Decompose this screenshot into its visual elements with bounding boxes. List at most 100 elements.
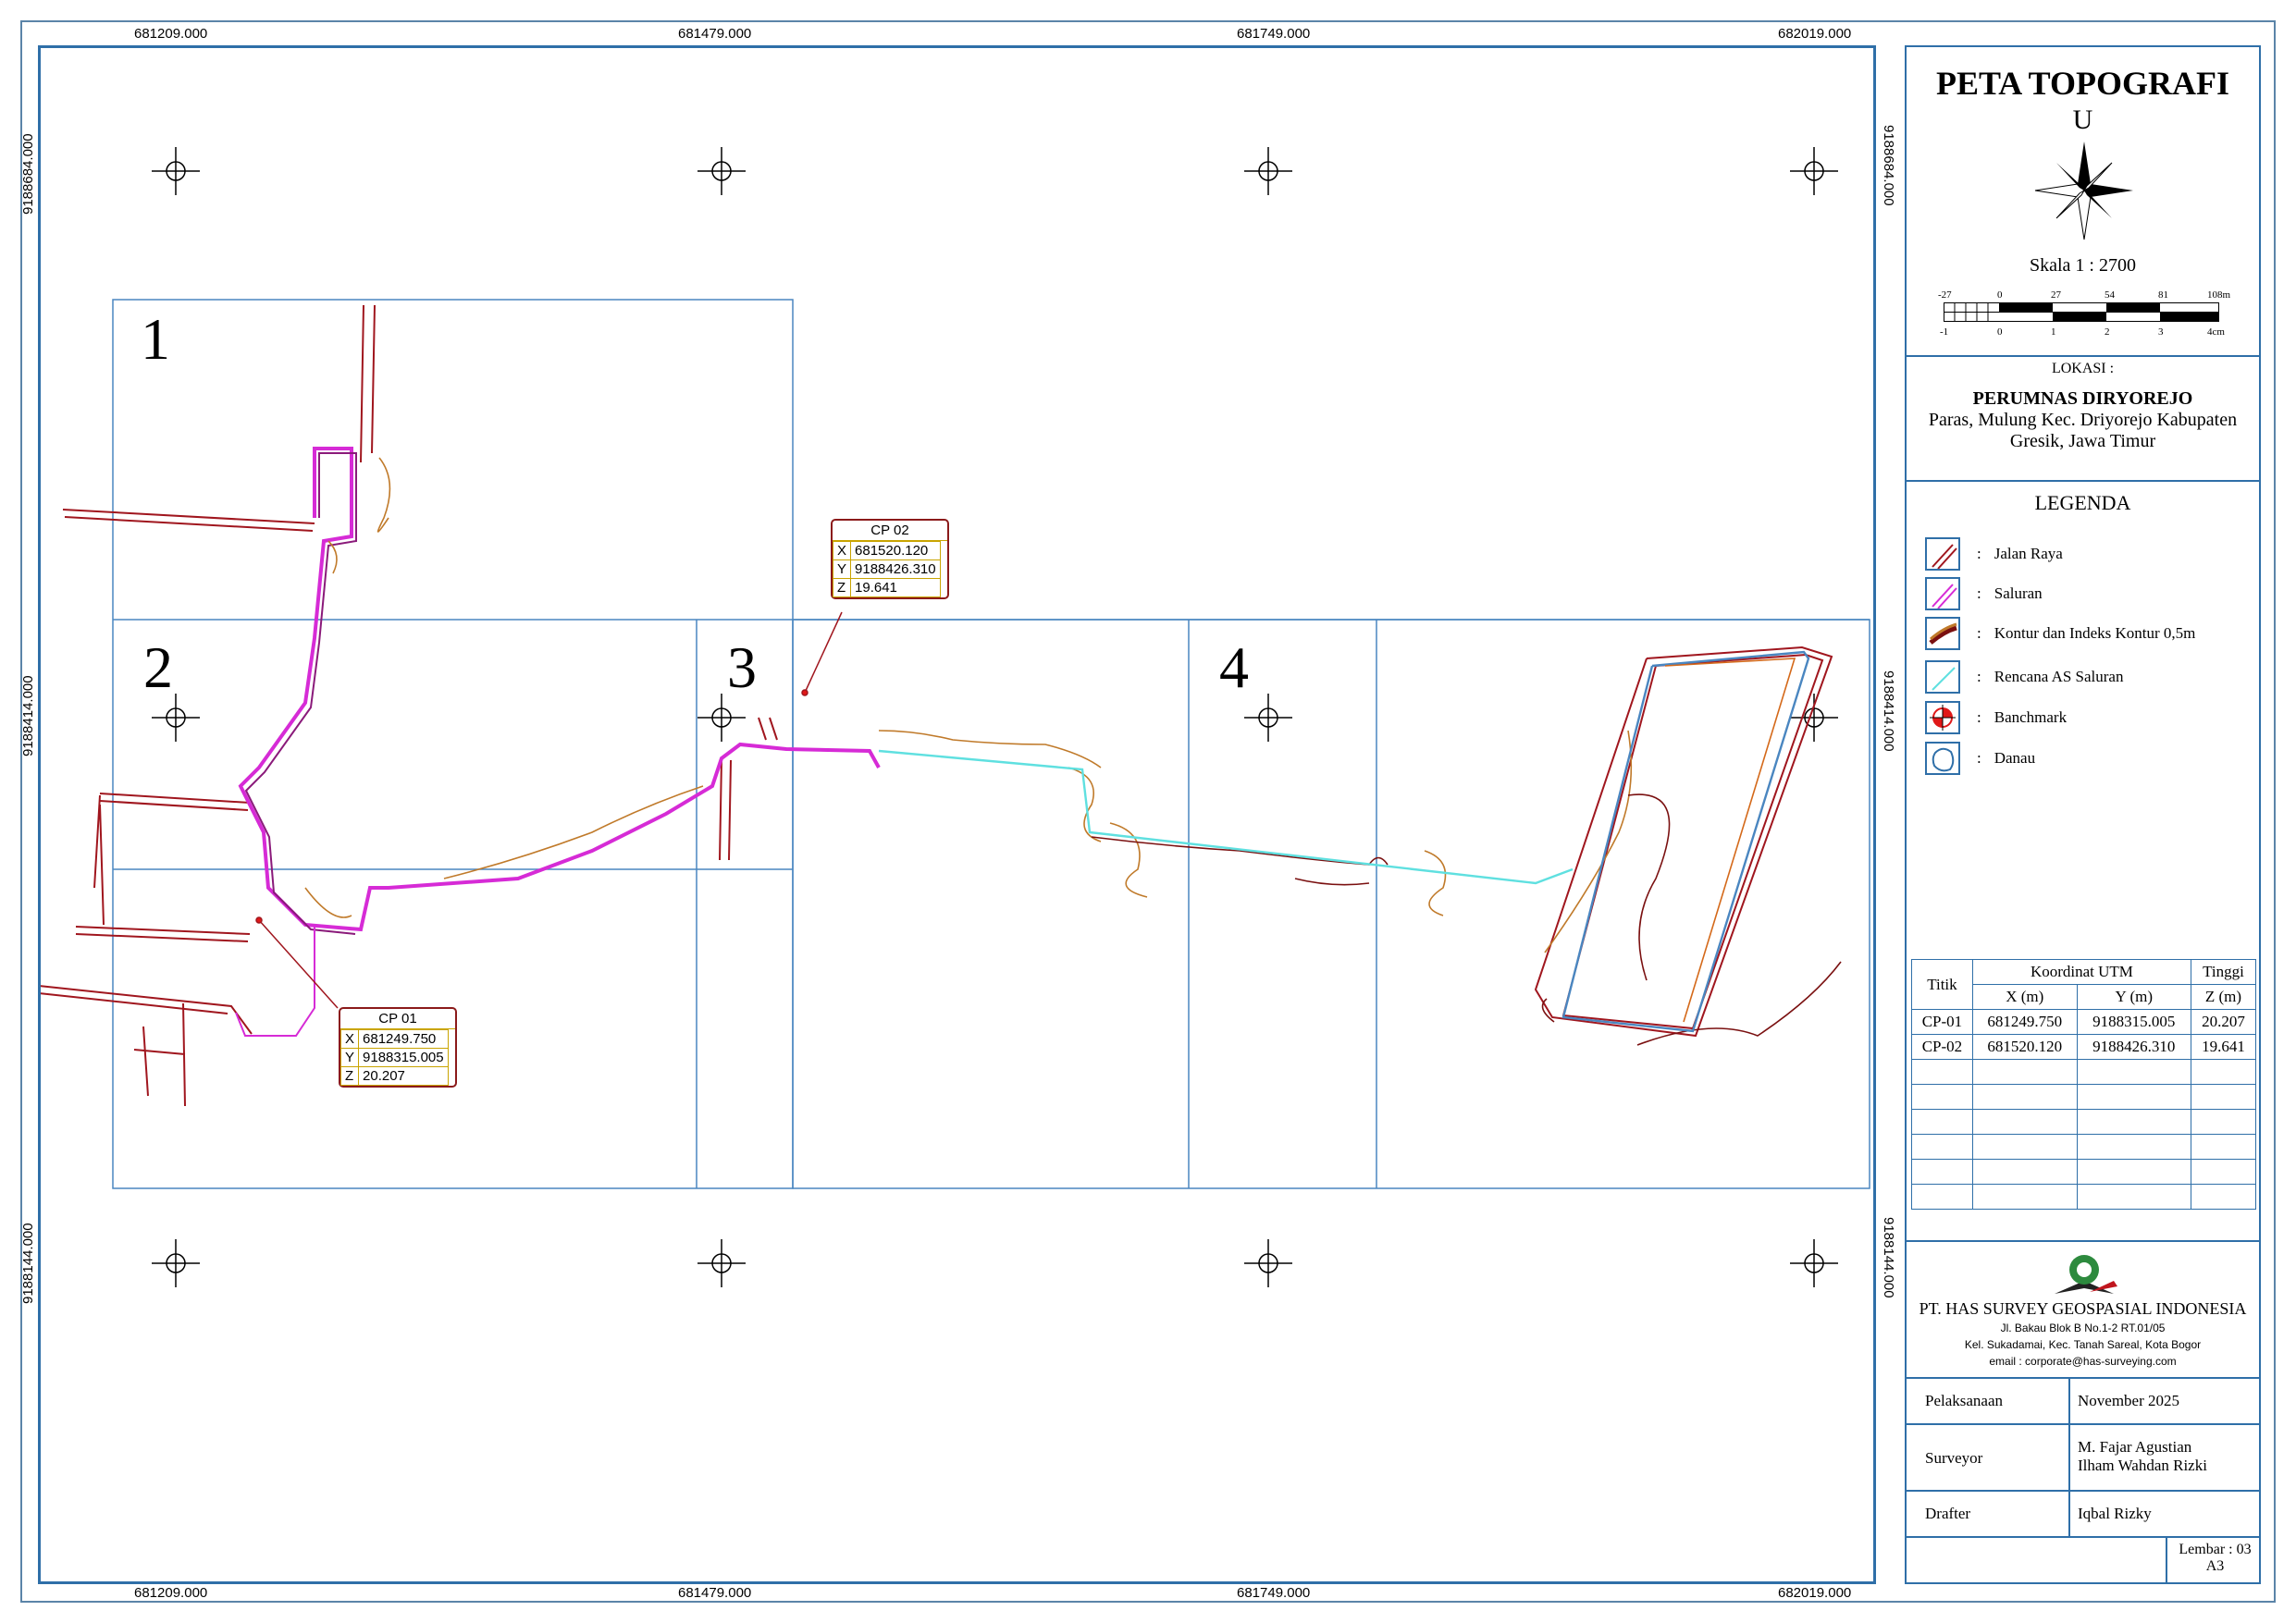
- surveyor-value: Ilham Wahdan Rizki: [2078, 1457, 2207, 1474]
- legend-section: LEGENDA : Jalan Raya : Saluran : Kontur dan…: [1907, 482, 2259, 958]
- cp-name: CP 02: [833, 521, 947, 541]
- scale-tick: 4cm: [2207, 326, 2225, 338]
- pelaksanaan-label: Pelaksanaan: [1925, 1392, 2004, 1409]
- table-row: CP-01 681249.750 9188315.005 20.207: [1911, 1009, 2257, 1035]
- legend-item: : Jalan Raya: [1925, 537, 2063, 571]
- grid-x-label-top: 681479.000: [678, 26, 752, 42]
- benchmark-icon: [1925, 701, 1960, 734]
- cp-z-label: Z: [339, 1066, 360, 1086]
- location-address: Gresik, Jawa Timur: [2009, 431, 2156, 451]
- north-label: U: [2072, 105, 2093, 135]
- cp-x-value: 681249.750: [358, 1029, 449, 1049]
- cp-z-value: 19.641: [850, 578, 941, 597]
- scale-tick: 54: [2105, 289, 2115, 301]
- location-section: LOKASI : PERUMNAS DIRYOREJO Paras, Mulun…: [1907, 357, 2259, 482]
- legend-label: Jalan Raya: [1994, 545, 2063, 562]
- scale-tick: 3: [2158, 326, 2164, 338]
- grid-x-label-bottom: 681749.000: [1237, 1585, 1311, 1601]
- legend-label: Saluran: [1994, 584, 2043, 602]
- table-row-empty: [1911, 1084, 2257, 1110]
- coordinate-table: Titik Koordinat UTM Tinggi X (m) Y (m) Z…: [1911, 959, 2257, 1210]
- grid-y-label-right: 9188414.000: [1881, 670, 1896, 752]
- company-email: email : corporate@has-surveying.com: [1989, 1355, 2177, 1368]
- sheet-number: 3: [727, 634, 757, 700]
- surveyor-label: Surveyor: [1925, 1449, 1983, 1467]
- cp01-callout: CP 01 X 681249.750 Y 9188315.005 Z 20.207: [339, 1007, 457, 1088]
- surveyor-row: Surveyor M. Fajar Agustian Ilham Wahdan …: [1907, 1425, 2259, 1492]
- title-section: PETA TOPOGRAFI U Skala 1 : 2700 -27 0 27…: [1907, 47, 2259, 357]
- grid-y-label-right: 9188684.000: [1881, 125, 1896, 206]
- drafter-row: Drafter Iqbal Rizky: [1907, 1492, 2259, 1538]
- scale-tick: 1: [2051, 326, 2056, 338]
- scale-label: Skala 1 : 2700: [2030, 255, 2136, 276]
- cp-name: CP 01: [340, 1009, 455, 1029]
- grid-y-label-left: 9188144.000: [20, 1223, 36, 1304]
- cp-z-label: Z: [832, 578, 852, 597]
- table-row-empty: [1911, 1184, 2257, 1210]
- th-x: X (m): [1971, 984, 2078, 1010]
- table-row-empty: [1911, 1109, 2257, 1135]
- legend-item: : Rencana AS Saluran: [1925, 660, 2123, 694]
- company-name: PT. HAS SURVEY GEOSPASIAL INDONESIA: [1919, 1299, 2247, 1318]
- scale-tick: 27: [2051, 289, 2061, 301]
- legend-title: LEGENDA: [2034, 491, 2131, 514]
- th-titik: Titik: [1911, 959, 1973, 1010]
- legend-label: Danau: [1994, 749, 2036, 767]
- grid-x-label-top: 681749.000: [1237, 26, 1311, 42]
- scale-tick: 2: [2105, 326, 2110, 338]
- legend-item: : Kontur dan Indeks Kontur 0,5m: [1925, 617, 2195, 650]
- th-tinggi: Tinggi: [2190, 959, 2257, 985]
- cp-z-value: 20.207: [358, 1066, 449, 1086]
- pelaksanaan-row: Pelaksanaan November 2025: [1907, 1379, 2259, 1425]
- grid-x-label-bottom: 682019.000: [1778, 1585, 1852, 1601]
- cp-y-value: 9188426.310: [850, 559, 941, 579]
- legend-label: Rencana AS Saluran: [1994, 668, 2124, 685]
- legend-item: : Banchmark: [1925, 701, 2067, 734]
- map-info-panel: PETA TOPOGRAFI U Skala 1 : 2700 -27 0 27…: [1905, 45, 2261, 1584]
- cp-y-value: 9188315.005: [358, 1048, 449, 1067]
- north-arrow-icon: [2034, 141, 2133, 240]
- sheet-number: 1: [141, 306, 170, 372]
- legend-item: : Danau: [1925, 742, 2035, 775]
- cp-x-value: 681520.120: [850, 541, 941, 560]
- cp-y-label: Y: [339, 1048, 360, 1067]
- grid-x-label-top: 681209.000: [134, 26, 208, 42]
- table-row-empty: [1911, 1134, 2257, 1160]
- scale-bar: -27 0 27 54 81 108m -1 0 1 2 3 4cm: [1938, 289, 2231, 345]
- company-address: Kel. Sukadamai, Kec. Tanah Sareal, Kota …: [1964, 1338, 2202, 1351]
- scale-bar-graphic: [1944, 302, 2219, 322]
- cp-x-label: X: [832, 541, 852, 560]
- plan-channel-icon: [1925, 660, 1960, 694]
- map-frame: [38, 45, 1876, 1584]
- scale-tick: 0: [1997, 326, 2003, 338]
- paper-size: A3: [2205, 1558, 2225, 1574]
- sheet-number: 4: [1219, 634, 1249, 700]
- sheet-number: 2: [143, 634, 173, 700]
- map-title: PETA TOPOGRAFI: [1935, 65, 2230, 102]
- lake-icon: [1925, 742, 1960, 775]
- company-logo-icon: [2055, 1255, 2117, 1294]
- drafter-value: Iqbal Rizky: [2078, 1505, 2152, 1522]
- grid-y-label-left: 9188684.000: [20, 133, 36, 215]
- scale-tick: 108m: [2207, 289, 2231, 301]
- pelaksanaan-value: November 2025: [2078, 1392, 2180, 1409]
- scale-tick: -27: [1938, 289, 1952, 301]
- table-row-empty: [1911, 1059, 2257, 1085]
- legend-item: : Saluran: [1925, 577, 2043, 610]
- legend-label: Banchmark: [1994, 708, 2068, 726]
- road-icon: [1925, 537, 1960, 571]
- channel-icon: [1925, 577, 1960, 610]
- company-address: Jl. Bakau Blok B No.1-2 RT.01/05: [2000, 1322, 2166, 1334]
- grid-y-label-left: 9188414.000: [20, 675, 36, 756]
- location-name: PERUMNAS DIRYOREJO: [1972, 388, 2193, 409]
- th-z: Z (m): [2190, 984, 2257, 1010]
- grid-x-label-bottom: 681479.000: [678, 1585, 752, 1601]
- contour-icon: [1925, 617, 1960, 650]
- th-y: Y (m): [2076, 984, 2191, 1010]
- th-koordinat: Koordinat UTM: [1971, 959, 2191, 985]
- scale-tick: 81: [2158, 289, 2168, 301]
- cp-x-label: X: [339, 1029, 360, 1049]
- cp-y-label: Y: [832, 559, 852, 579]
- scale-tick: -1: [1940, 326, 1949, 338]
- grid-y-label-right: 9188144.000: [1881, 1217, 1896, 1298]
